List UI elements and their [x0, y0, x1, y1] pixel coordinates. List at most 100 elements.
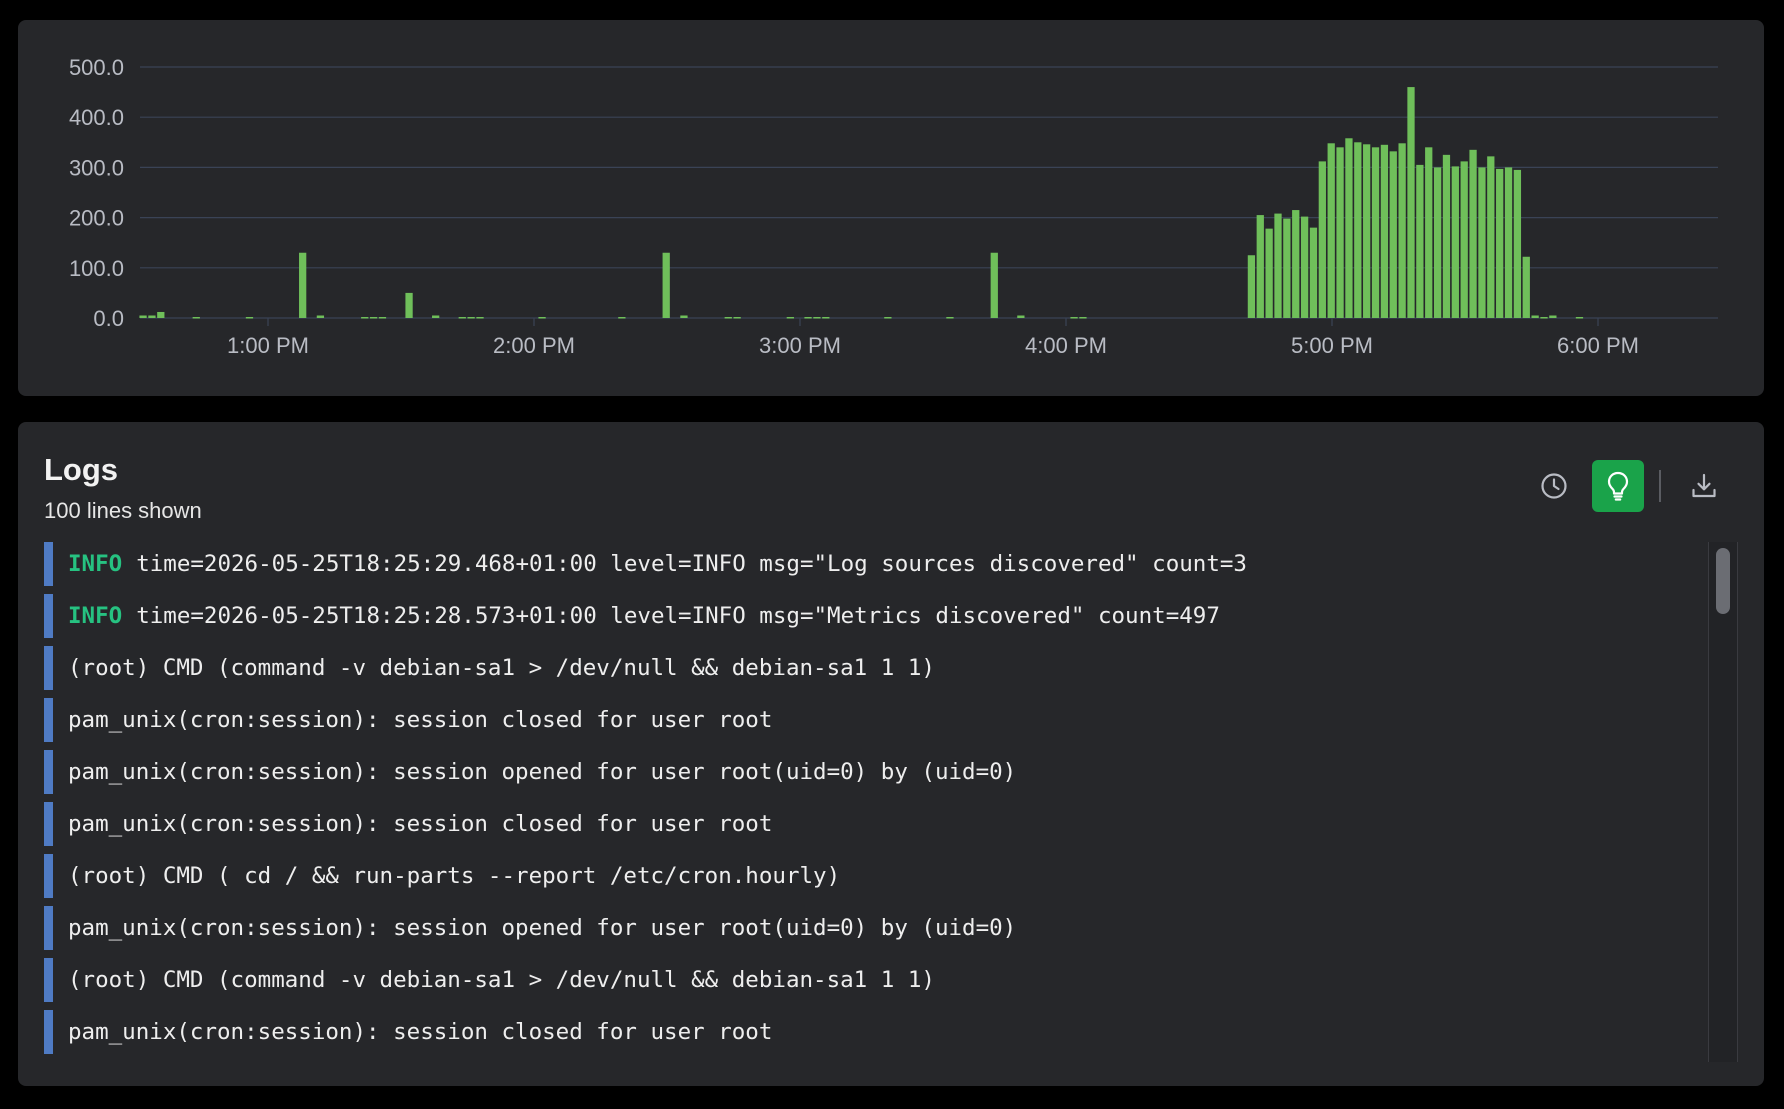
histogram-bar[interactable]	[1070, 317, 1078, 319]
histogram-bar[interactable]	[946, 317, 954, 319]
histogram-bar[interactable]	[192, 317, 200, 319]
histogram-bar[interactable]	[1487, 156, 1495, 318]
histogram-bar[interactable]	[467, 317, 475, 319]
insights-toggle-button[interactable]	[1592, 460, 1644, 512]
histogram-bar[interactable]	[680, 315, 688, 318]
log-line-marker	[44, 750, 53, 794]
download-button[interactable]	[1678, 460, 1730, 512]
log-line-marker	[44, 646, 53, 690]
log-line[interactable]: pam_unix(cron:session): session closed f…	[44, 802, 1704, 846]
histogram-bar[interactable]	[1300, 216, 1309, 318]
histogram-bar[interactable]	[299, 252, 307, 318]
histogram-bar[interactable]	[884, 317, 892, 319]
histogram-bar[interactable]	[1416, 164, 1424, 318]
histogram-bar[interactable]	[1336, 147, 1344, 318]
histogram-bar[interactable]	[1318, 161, 1326, 318]
log-message: (root) CMD ( cd / && run-parts --report …	[68, 863, 841, 889]
log-message: pam_unix(cron:session): session opened f…	[68, 915, 1017, 941]
histogram-bar[interactable]	[1247, 255, 1256, 318]
log-line-marker	[44, 542, 53, 586]
log-message: pam_unix(cron:session): session closed f…	[68, 707, 773, 733]
histogram-bar[interactable]	[1513, 169, 1522, 318]
history-button[interactable]	[1528, 460, 1580, 512]
histogram-bar[interactable]	[245, 317, 254, 319]
histogram-bar[interactable]	[822, 317, 830, 319]
histogram-bar[interactable]	[1549, 315, 1557, 318]
log-line[interactable]: pam_unix(cron:session): session opened f…	[44, 750, 1704, 794]
histogram-bar[interactable]	[1504, 167, 1513, 318]
histogram-bar[interactable]	[538, 317, 546, 319]
histogram-bar[interactable]	[1389, 151, 1397, 318]
histogram-bar[interactable]	[1371, 147, 1380, 318]
histogram-bar[interactable]	[1283, 218, 1291, 318]
histogram-bar[interactable]	[369, 317, 378, 319]
histogram-bar[interactable]	[1451, 166, 1459, 318]
y-tick-label: 0.0	[93, 306, 124, 331]
log-scrollbar[interactable]	[1708, 542, 1738, 1062]
log-line[interactable]: pam_unix(cron:session): session closed f…	[44, 1010, 1704, 1054]
histogram-bar[interactable]	[148, 315, 156, 318]
histogram-bar[interactable]	[361, 317, 369, 319]
histogram-bar[interactable]	[316, 315, 325, 318]
histogram-bar[interactable]	[1469, 149, 1477, 318]
x-tick-label: 3:00 PM	[759, 333, 841, 358]
log-line-text: (root) CMD (command -v debian-sa1 > /dev…	[68, 967, 935, 993]
log-level-badge: INFO	[68, 551, 123, 577]
histogram-bar[interactable]	[1433, 167, 1442, 318]
log-scrollbar-thumb[interactable]	[1716, 548, 1730, 614]
histogram-bar[interactable]	[804, 317, 812, 319]
histogram-bar[interactable]	[1327, 143, 1335, 318]
histogram-bar[interactable]	[1460, 161, 1468, 318]
log-line[interactable]: (root) CMD ( cd / && run-parts --report …	[44, 854, 1704, 898]
log-line-text: (root) CMD ( cd / && run-parts --report …	[68, 863, 840, 889]
log-line[interactable]: INFO time=2026-05-25T18:25:28.573+01:00 l…	[44, 594, 1704, 638]
log-line[interactable]: (root) CMD (command -v debian-sa1 > /dev…	[44, 646, 1704, 690]
log-line-marker	[44, 854, 53, 898]
histogram-bar[interactable]	[724, 317, 732, 319]
histogram-bar[interactable]	[1079, 317, 1087, 319]
log-message: (root) CMD (command -v debian-sa1 > /dev…	[68, 655, 935, 681]
x-tick-label: 4:00 PM	[1025, 333, 1107, 358]
histogram-bar[interactable]	[476, 317, 484, 319]
histogram-bar[interactable]	[157, 311, 165, 318]
histogram-bar[interactable]	[1017, 315, 1025, 318]
histogram-bar[interactable]	[458, 317, 466, 319]
histogram-bar[interactable]	[990, 252, 998, 318]
histogram-bar[interactable]	[813, 317, 821, 319]
histogram-bar[interactable]	[1363, 144, 1371, 318]
y-tick-label: 400.0	[69, 105, 124, 130]
histogram-bar[interactable]	[1309, 227, 1318, 318]
histogram-bar[interactable]	[1345, 138, 1353, 318]
histogram-bar[interactable]	[1256, 215, 1264, 318]
histogram-bar[interactable]	[1531, 315, 1539, 318]
histogram-bar[interactable]	[139, 315, 147, 318]
histogram-bar[interactable]	[1292, 210, 1300, 318]
histogram-bar[interactable]	[618, 317, 626, 319]
log-line[interactable]: (root) CMD (command -v debian-sa1 > /dev…	[44, 958, 1704, 1002]
histogram-bar[interactable]	[1407, 87, 1415, 318]
log-line[interactable]: pam_unix(cron:session): session opened f…	[44, 906, 1704, 950]
histogram-bar[interactable]	[378, 317, 387, 319]
logs-panel: Logs 100 lines shown INFO time=2026-05-25…	[18, 422, 1764, 1086]
histogram-bar[interactable]	[1496, 168, 1504, 318]
histogram-bar[interactable]	[432, 315, 440, 318]
histogram-bar[interactable]	[1380, 144, 1389, 318]
histogram-bar[interactable]	[1575, 317, 1584, 319]
histogram-bar[interactable]	[1540, 317, 1548, 319]
histogram-bar[interactable]	[1522, 256, 1530, 318]
histogram-bar[interactable]	[1442, 154, 1451, 318]
histogram-bar[interactable]	[1354, 142, 1362, 318]
histogram-bar[interactable]	[662, 252, 670, 318]
histogram-bar[interactable]	[1398, 143, 1406, 318]
toolbar-divider	[1659, 470, 1661, 502]
histogram-bar[interactable]	[1425, 147, 1433, 318]
histogram-bar[interactable]	[733, 317, 741, 319]
histogram-bar[interactable]	[786, 317, 794, 319]
histogram-bar[interactable]	[1274, 213, 1282, 318]
histogram-bar[interactable]	[1265, 228, 1273, 318]
histogram-bar[interactable]	[1478, 167, 1486, 318]
log-line-text: pam_unix(cron:session): session closed f…	[68, 811, 772, 837]
log-line[interactable]: pam_unix(cron:session): session closed f…	[44, 698, 1704, 742]
histogram-bar[interactable]	[405, 292, 413, 318]
log-line[interactable]: INFO time=2026-05-25T18:25:29.468+01:00 l…	[44, 542, 1704, 586]
